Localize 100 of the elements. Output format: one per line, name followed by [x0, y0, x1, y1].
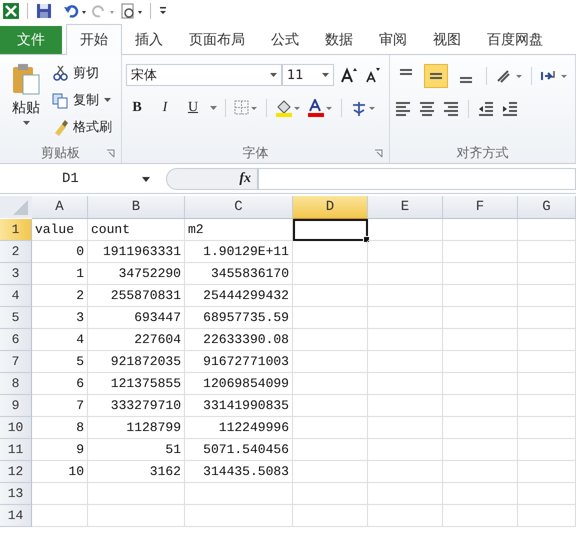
empty-cell[interactable] — [443, 329, 518, 351]
empty-cell[interactable] — [518, 219, 576, 241]
align-center-icon[interactable] — [418, 100, 436, 118]
empty-cell[interactable] — [443, 417, 518, 439]
align-left-icon[interactable] — [394, 100, 412, 118]
select-all-icon[interactable] — [0, 196, 32, 218]
empty-cell[interactable] — [368, 439, 443, 461]
empty-cell[interactable] — [368, 285, 443, 307]
row-header[interactable]: 10 — [0, 417, 32, 439]
ribbon-tab[interactable]: 公式 — [258, 26, 312, 54]
empty-cell[interactable] — [518, 483, 576, 505]
empty-cell[interactable] — [293, 263, 368, 285]
row-header[interactable]: 14 — [0, 505, 32, 527]
dialog-launcher-icon[interactable] — [106, 149, 115, 158]
empty-cell[interactable] — [518, 373, 576, 395]
font-color-icon[interactable] — [307, 99, 333, 117]
excel-logo-icon[interactable] — [2, 2, 20, 20]
row-header[interactable]: 7 — [0, 351, 32, 373]
empty-cell[interactable] — [368, 373, 443, 395]
empty-cell[interactable] — [443, 351, 518, 373]
undo-icon[interactable] — [63, 2, 87, 20]
empty-cell[interactable] — [293, 329, 368, 351]
empty-cell[interactable] — [368, 395, 443, 417]
empty-cell[interactable] — [518, 285, 576, 307]
empty-cell[interactable] — [368, 219, 443, 241]
empty-cell[interactable] — [293, 395, 368, 417]
empty-cell[interactable] — [293, 461, 368, 483]
empty-cell[interactable] — [185, 505, 293, 527]
formula-input[interactable] — [258, 168, 576, 190]
shrink-font-icon[interactable] — [364, 67, 380, 83]
italic-button[interactable]: I — [154, 98, 176, 118]
borders-icon[interactable] — [234, 100, 258, 116]
insert-function-button[interactable]: fx — [166, 168, 258, 190]
empty-cell[interactable] — [293, 483, 368, 505]
empty-cell[interactable] — [443, 307, 518, 329]
empty-cell[interactable] — [293, 505, 368, 527]
middle-align-button[interactable] — [424, 64, 448, 88]
empty-cell[interactable] — [443, 241, 518, 263]
empty-cell[interactable] — [368, 263, 443, 285]
empty-cell[interactable] — [518, 263, 576, 285]
column-header[interactable]: C — [185, 196, 293, 219]
grow-font-icon[interactable] — [340, 67, 358, 83]
increase-indent-icon[interactable] — [501, 100, 519, 118]
empty-cell[interactable] — [293, 439, 368, 461]
cut-button[interactable]: 剪切 — [52, 62, 112, 84]
empty-cell[interactable] — [185, 483, 293, 505]
row-header[interactable]: 6 — [0, 329, 32, 351]
empty-cell[interactable] — [293, 307, 368, 329]
name-box[interactable]: D1 — [0, 168, 160, 190]
column-header[interactable]: E — [368, 196, 443, 219]
column-header[interactable]: A — [32, 196, 88, 219]
bold-button[interactable]: B — [126, 98, 148, 118]
empty-cell[interactable] — [368, 241, 443, 263]
paste-button[interactable]: 粘贴 — [4, 61, 48, 143]
column-header[interactable]: D — [293, 196, 368, 219]
ribbon-tab[interactable]: 百度网盘 — [474, 26, 556, 54]
row-header[interactable]: 8 — [0, 373, 32, 395]
empty-cell[interactable] — [368, 351, 443, 373]
column-header[interactable]: F — [443, 196, 518, 219]
dialog-launcher-icon[interactable] — [374, 149, 383, 158]
row-header[interactable]: 4 — [0, 285, 32, 307]
empty-cell[interactable] — [368, 417, 443, 439]
empty-cell[interactable] — [443, 461, 518, 483]
ribbon-tab[interactable]: 插入 — [122, 26, 176, 54]
row-header[interactable]: 3 — [0, 263, 32, 285]
empty-cell[interactable] — [518, 417, 576, 439]
empty-cell[interactable] — [518, 307, 576, 329]
font-size-field[interactable]: 11 — [282, 64, 334, 86]
empty-cell[interactable] — [518, 439, 576, 461]
phonetic-icon[interactable] — [350, 99, 376, 117]
active-cell[interactable] — [293, 219, 368, 241]
row-header[interactable]: 9 — [0, 395, 32, 417]
empty-cell[interactable] — [443, 219, 518, 241]
empty-cell[interactable] — [443, 263, 518, 285]
empty-cell[interactable] — [368, 307, 443, 329]
empty-cell[interactable] — [293, 373, 368, 395]
row-header[interactable]: 1 — [0, 219, 32, 241]
column-header[interactable]: G — [518, 196, 576, 219]
font-name-field[interactable]: 宋体 — [126, 64, 282, 86]
caret-icon[interactable] — [210, 106, 217, 110]
empty-cell[interactable] — [443, 439, 518, 461]
row-header[interactable]: 5 — [0, 307, 32, 329]
file-tab[interactable]: 文件 — [0, 26, 62, 54]
copy-button[interactable]: 复制 — [52, 89, 112, 111]
empty-cell[interactable] — [518, 461, 576, 483]
ribbon-tab[interactable]: 视图 — [420, 26, 474, 54]
row-header[interactable]: 13 — [0, 483, 32, 505]
empty-cell[interactable] — [443, 505, 518, 527]
row-header[interactable]: 12 — [0, 461, 32, 483]
empty-cell[interactable] — [518, 351, 576, 373]
ribbon-tab[interactable]: 审阅 — [366, 26, 420, 54]
row-header[interactable]: 2 — [0, 241, 32, 263]
empty-cell[interactable] — [518, 505, 576, 527]
print-preview-icon[interactable] — [119, 2, 143, 20]
column-header[interactable]: B — [88, 196, 185, 219]
empty-cell[interactable] — [368, 483, 443, 505]
empty-cell[interactable] — [518, 329, 576, 351]
row-header[interactable]: 11 — [0, 439, 32, 461]
empty-cell[interactable] — [443, 395, 518, 417]
empty-cell[interactable] — [293, 241, 368, 263]
